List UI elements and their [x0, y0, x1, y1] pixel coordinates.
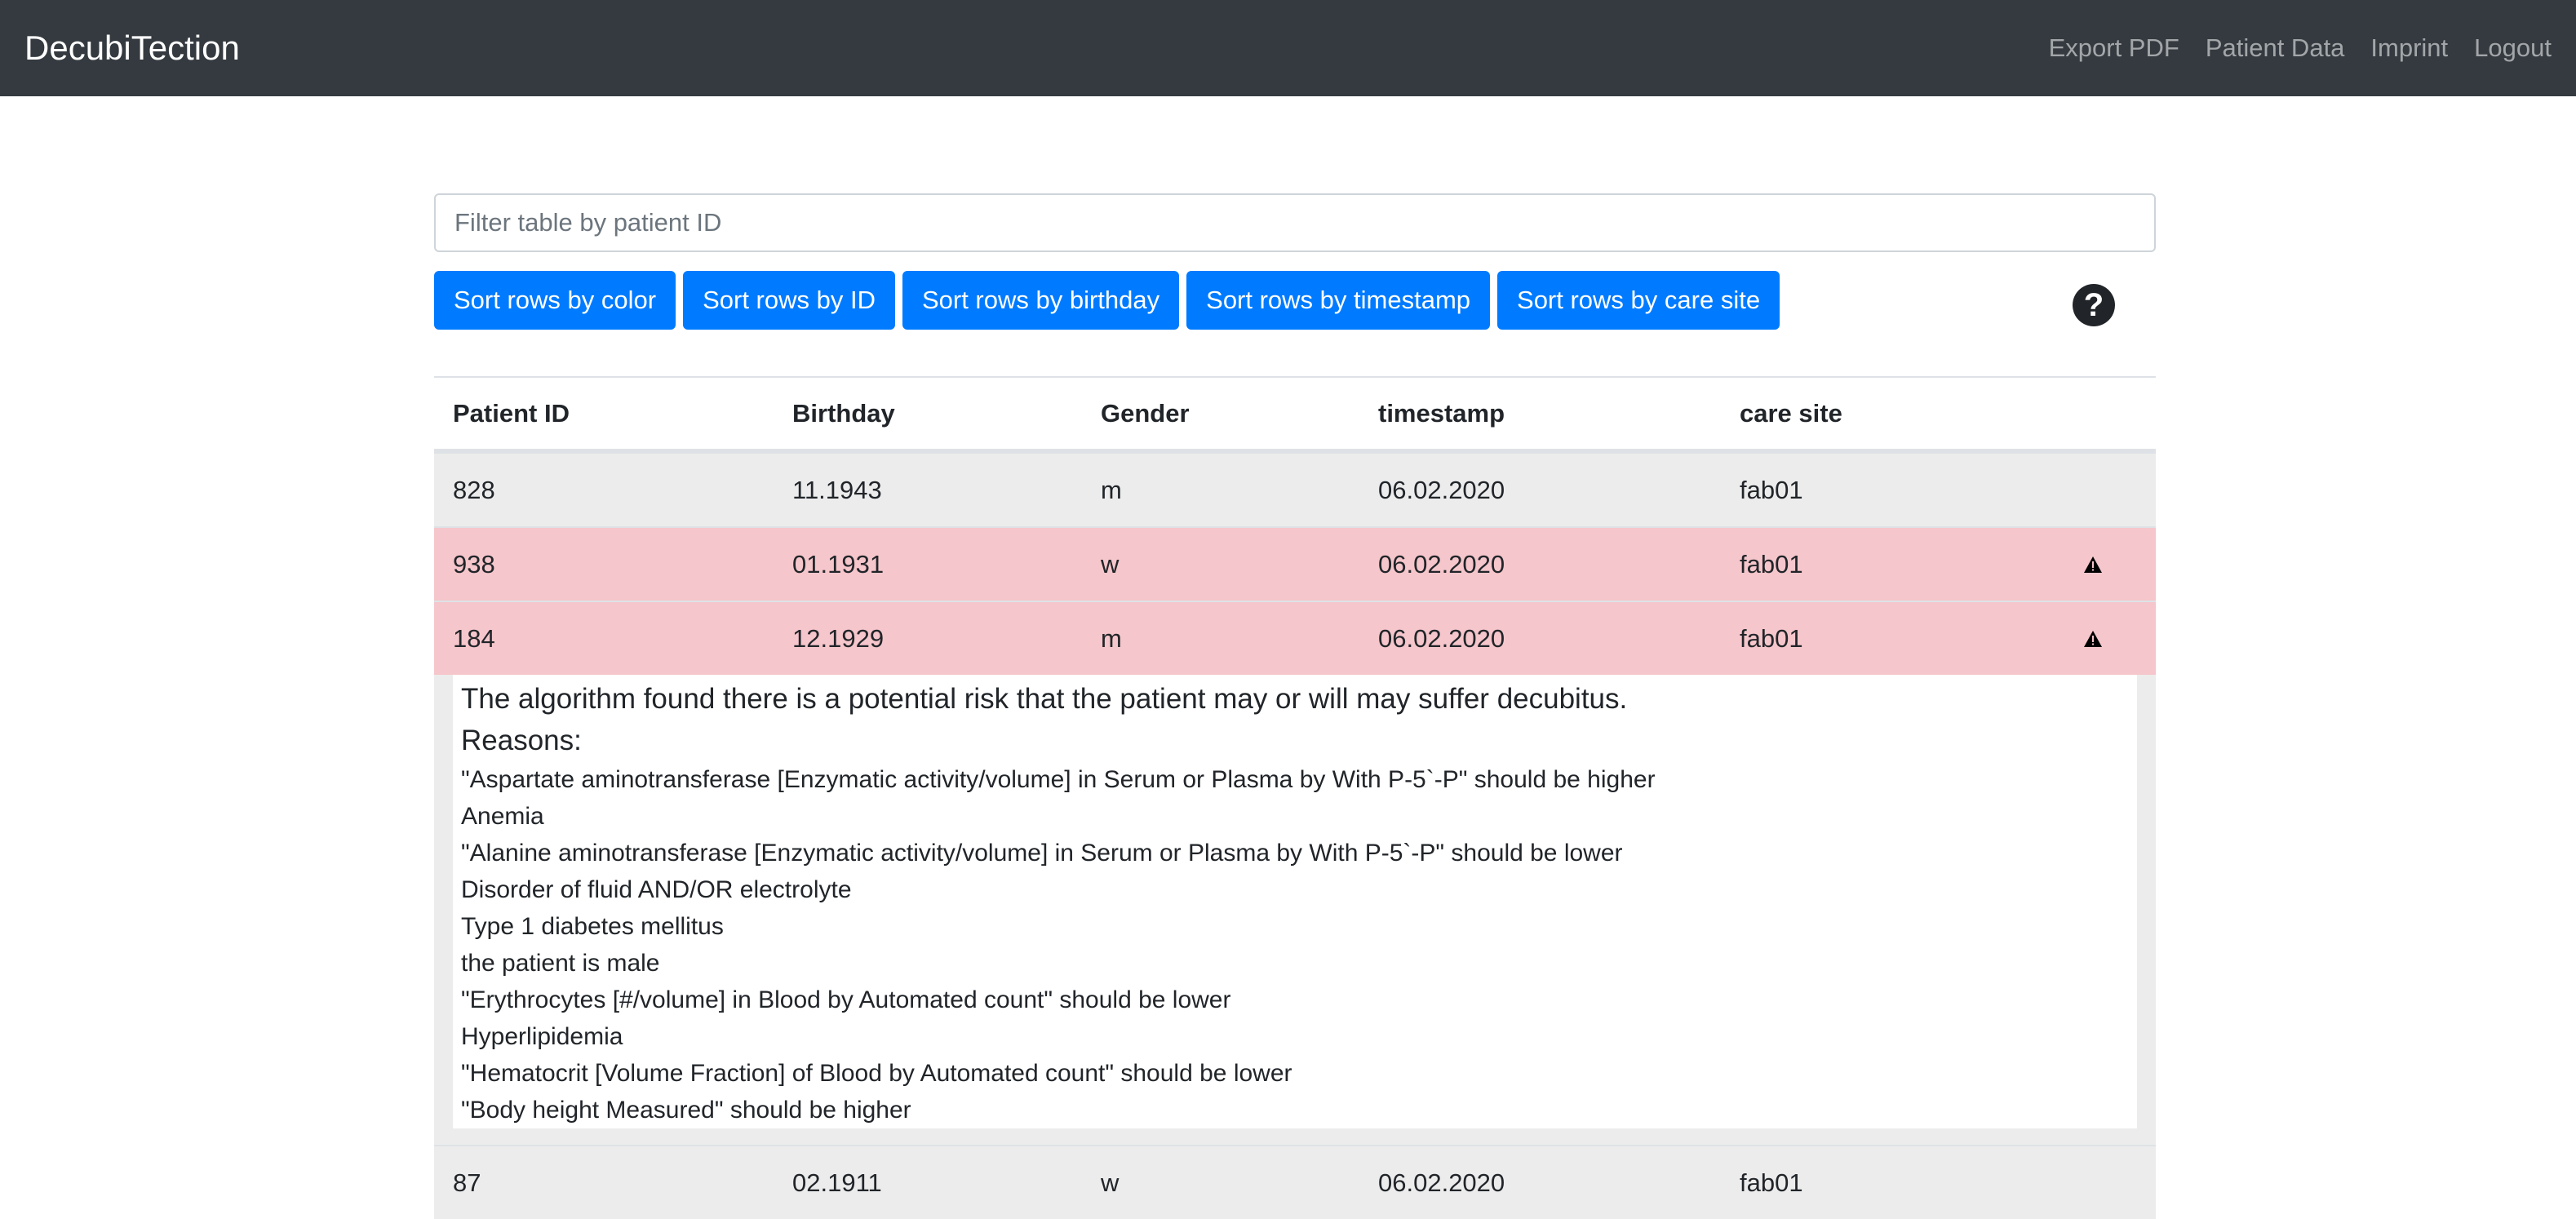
risk-message: The algorithm found there is a potential…	[461, 683, 1628, 715]
risk-detail-row: The algorithm found there is a potential…	[434, 675, 2156, 1145]
cell-birthday: 01.1931	[792, 549, 885, 578]
cell-patient-id: 938	[453, 549, 495, 578]
sort-by-care-site-button[interactable]: Sort rows by care site	[1497, 271, 1780, 330]
cell-risk	[2029, 630, 2156, 648]
sort-button-row: Sort rows by color Sort rows by ID Sort …	[434, 271, 2156, 330]
cell-gender: m	[1101, 475, 1122, 504]
cell-gender: w	[1101, 549, 1120, 578]
nav-export-pdf[interactable]: Export PDF	[2049, 33, 2179, 63]
filter-input[interactable]	[434, 193, 2156, 252]
question-circle-icon[interactable]: ?	[2073, 284, 2115, 326]
reason-item: Anemia	[461, 803, 544, 830]
cell-patient-id: 828	[453, 475, 495, 504]
sort-by-id-button[interactable]: Sort rows by ID	[683, 271, 895, 330]
cell-patient-id: 184	[453, 623, 495, 653]
table-row[interactable]: 184 12.1929 m 06.02.2020 fab01	[434, 601, 2156, 675]
table-row[interactable]: 828 11.1943 m 06.02.2020 fab01	[434, 452, 2156, 526]
reason-item: "Body height Measured" should be higher	[461, 1097, 911, 1124]
table-header: Patient ID Birthday Gender timestamp car…	[434, 378, 2156, 452]
cell-timestamp: 06.02.2020	[1378, 623, 1505, 653]
header-gender[interactable]: Gender	[1082, 399, 1359, 428]
reason-item: "Aspartate aminotransferase [Enzymatic a…	[461, 766, 1656, 793]
cell-timestamp: 06.02.2020	[1378, 1168, 1505, 1197]
cell-birthday: 11.1943	[792, 475, 882, 504]
cell-birthday: 12.1929	[792, 623, 885, 653]
header-birthday[interactable]: Birthday	[774, 399, 1082, 428]
cell-care-site: fab01	[1740, 623, 1803, 653]
nav-imprint[interactable]: Imprint	[2370, 33, 2448, 63]
cell-patient-id: 87	[453, 1168, 481, 1197]
header-timestamp[interactable]: timestamp	[1359, 399, 1721, 428]
reason-item: Disorder of fluid AND/OR electrolyte	[461, 876, 852, 903]
header-patient-id[interactable]: Patient ID	[434, 399, 774, 428]
reason-item: Hyperlipidemia	[461, 1023, 623, 1050]
table-row[interactable]: 87 02.1911 w 06.02.2020 fab01	[434, 1145, 2156, 1219]
cell-gender: w	[1101, 1168, 1120, 1197]
cell-gender: m	[1101, 623, 1122, 653]
nav-links: Export PDF Patient Data Imprint Logout	[2049, 33, 2552, 63]
cell-care-site: fab01	[1740, 475, 1803, 504]
header-care-site[interactable]: care site	[1721, 399, 2029, 428]
sort-by-color-button[interactable]: Sort rows by color	[434, 271, 676, 330]
reason-item: Type 1 diabetes mellitus	[461, 913, 724, 940]
main-container: Sort rows by color Sort rows by ID Sort …	[434, 193, 2156, 1219]
reason-item: the patient is male	[461, 950, 660, 977]
nav-patient-data[interactable]: Patient Data	[2206, 33, 2345, 63]
reason-item: "Alanine aminotransferase [Enzymatic act…	[461, 840, 1623, 867]
sort-by-timestamp-button[interactable]: Sort rows by timestamp	[1186, 271, 1491, 330]
cell-risk	[2029, 556, 2156, 574]
nav-logout[interactable]: Logout	[2474, 33, 2552, 63]
cell-birthday: 02.1911	[792, 1168, 882, 1197]
cell-timestamp: 06.02.2020	[1378, 549, 1505, 578]
cell-care-site: fab01	[1740, 549, 1803, 578]
table-row[interactable]: 938 01.1931 w 06.02.2020 fab01	[434, 526, 2156, 601]
reason-item: "Erythrocytes [#/volume] in Blood by Aut…	[461, 986, 1231, 1013]
patient-table: Patient ID Birthday Gender timestamp car…	[434, 376, 2156, 1219]
cell-timestamp: 06.02.2020	[1378, 475, 1505, 504]
reasons-label: Reasons:	[461, 725, 582, 756]
warning-icon[interactable]	[2083, 556, 2103, 574]
cell-care-site: fab01	[1740, 1168, 1803, 1197]
risk-detail-panel: The algorithm found there is a potential…	[453, 675, 2137, 1128]
sort-by-birthday-button[interactable]: Sort rows by birthday	[902, 271, 1180, 330]
brand-logo[interactable]: DecubiTection	[24, 31, 240, 65]
reason-item: "Hematocrit [Volume Fraction] of Blood b…	[461, 1060, 1292, 1087]
warning-icon[interactable]	[2083, 630, 2103, 648]
top-navbar: DecubiTection Export PDF Patient Data Im…	[0, 0, 2576, 96]
